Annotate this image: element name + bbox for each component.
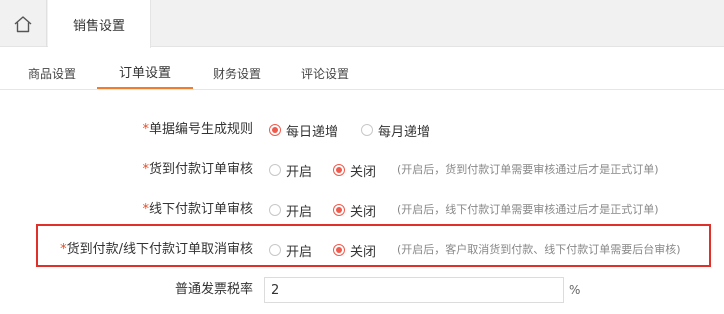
home-button[interactable] xyxy=(0,0,47,47)
top-bar: 销售设置 xyxy=(0,0,724,48)
radio-unchecked[interactable] xyxy=(269,164,281,176)
numbering-daily-radio[interactable]: 每日递增 xyxy=(269,118,338,142)
offline-review-on-radio[interactable]: 开启 xyxy=(269,198,312,222)
home-icon xyxy=(14,15,32,32)
offline-review-off-radio[interactable]: 关闭 xyxy=(333,198,376,222)
subtab-finance-settings[interactable]: 财务设置 xyxy=(204,56,270,90)
offline-review-row: *线下付款订单审核 开启 关闭 (开启后，线下付款订单需要审核通过后才是正式订单… xyxy=(0,198,724,222)
radio-unchecked[interactable] xyxy=(361,124,373,136)
tab-sales-settings[interactable]: 销售设置 xyxy=(48,0,151,48)
radio-checked[interactable] xyxy=(333,164,345,176)
radio-unchecked[interactable] xyxy=(269,204,281,216)
radio-checked[interactable] xyxy=(269,124,281,136)
offline-review-label: *线下付款订单审核 xyxy=(142,202,253,217)
settings-subtabs: 商品设置 订单设置 财务设置 评论设置 xyxy=(0,56,724,90)
percent-unit: % xyxy=(569,283,581,297)
numbering-rule-row: *单据编号生成规则 每日递增 每月递增 xyxy=(0,118,724,142)
cod-review-hint: (开启后，货到付款订单需要审核通过后才是正式订单) xyxy=(397,163,659,176)
cancel-review-label: *货到付款/线下付款订单取消审核 xyxy=(60,242,253,257)
cod-review-row: *货到付款订单审核 开启 关闭 (开启后，货到付款订单需要审核通过后才是正式订单… xyxy=(0,158,724,182)
cod-review-off-radio[interactable]: 关闭 xyxy=(333,158,376,182)
cancel-review-off-radio[interactable]: 关闭 xyxy=(333,238,376,262)
cod-review-on-radio[interactable]: 开启 xyxy=(269,158,312,182)
subtab-review-settings[interactable]: 评论设置 xyxy=(292,56,358,90)
radio-checked[interactable] xyxy=(333,244,345,256)
subtab-product-settings[interactable]: 商品设置 xyxy=(18,56,86,90)
cancel-review-row: *货到付款/线下付款订单取消审核 开启 关闭 (开启后，客户取消货到付款、线下付… xyxy=(0,238,724,262)
cod-review-label: *货到付款订单审核 xyxy=(142,162,253,177)
offline-review-hint: (开启后，线下付款订单需要审核通过后才是正式订单) xyxy=(397,203,659,216)
numbering-monthly-radio[interactable]: 每月递增 xyxy=(361,118,430,142)
tax-rate-input[interactable] xyxy=(264,277,564,303)
cancel-review-hint: (开启后，客户取消货到付款、线下付款订单需要后台审核) xyxy=(397,243,681,256)
radio-checked[interactable] xyxy=(333,204,345,216)
cancel-review-on-radio[interactable]: 开启 xyxy=(269,238,312,262)
radio-unchecked[interactable] xyxy=(269,244,281,256)
subtab-order-settings[interactable]: 订单设置 xyxy=(97,56,193,89)
numbering-rule-label: *单据编号生成规则 xyxy=(142,122,253,137)
tax-rate-label: 普通发票税率 xyxy=(174,282,253,297)
